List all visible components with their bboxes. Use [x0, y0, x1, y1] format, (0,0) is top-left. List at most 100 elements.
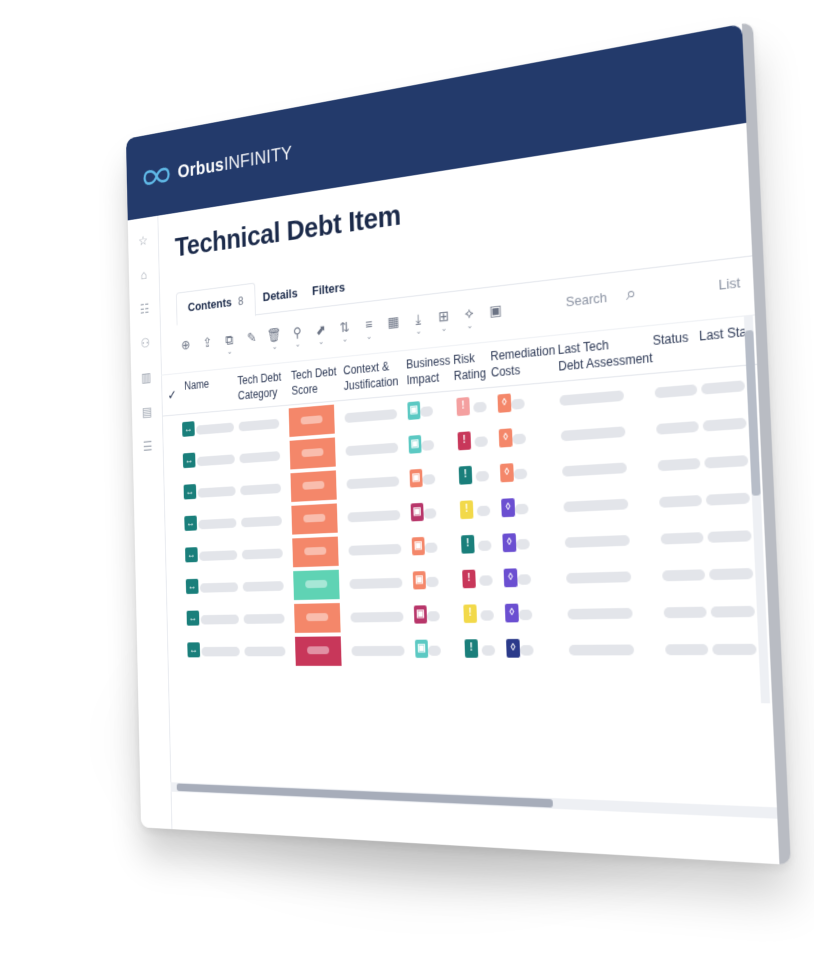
score-placeholder-bar	[304, 546, 327, 556]
page-title: Technical Debt Item	[174, 198, 402, 263]
table-row[interactable]: ↔ ▣! ◊	[167, 631, 771, 667]
item-type-icon: ↔	[182, 452, 196, 469]
placeholder-bar	[426, 611, 440, 622]
tab-details[interactable]: Details	[262, 277, 298, 313]
column-header[interactable]: Status	[652, 329, 688, 350]
remediation-cost-icon: ◊	[503, 568, 518, 588]
placeholder-bar	[238, 418, 280, 432]
placeholder-bar	[240, 483, 282, 496]
server-icon[interactable]: ☷	[138, 300, 150, 318]
business-impact-icon: ▣	[414, 639, 429, 658]
home-icon[interactable]: ⌂	[138, 266, 150, 284]
placeholder-bar	[242, 581, 284, 592]
column-header[interactable]: Last Tech Debt Assessment	[557, 332, 653, 375]
export-icon[interactable]: ⇪	[199, 332, 217, 360]
horizontal-scroll-thumb[interactable]	[176, 783, 553, 808]
chevron-down-icon: ⌄	[318, 337, 325, 347]
users-icon[interactable]: ⚇	[139, 334, 151, 352]
edit-icon[interactable]: ✎	[243, 327, 261, 355]
remediation-cost-icon: ◊	[504, 603, 519, 623]
placeholder-bar	[662, 569, 706, 582]
group-icon[interactable]: ≡ ⌄	[359, 314, 379, 343]
item-type-icon: ↔	[185, 547, 198, 563]
remediation-cost-icon: ◊	[497, 393, 512, 413]
placeholder-bar	[196, 454, 235, 467]
placeholder-bar	[480, 610, 494, 621]
tech-debt-score-cell	[290, 470, 337, 503]
placeholder-bar	[564, 534, 630, 548]
column-header[interactable]: Context & Justification	[343, 358, 399, 394]
tab-filters[interactable]: Filters	[312, 271, 346, 308]
placeholder-bar	[702, 417, 747, 432]
hierarchy-icon[interactable]: ⚲ ⌄	[288, 322, 307, 351]
library-icon[interactable]: ▥	[140, 368, 152, 385]
horizontal-scrollbar[interactable]	[170, 782, 778, 819]
risk-rating-icon: !	[460, 534, 475, 554]
columns-icon[interactable]: ▦	[383, 311, 403, 341]
remediation-cost-icon: ◊	[499, 463, 514, 483]
placeholder-bar	[656, 421, 699, 435]
star-icon[interactable]: ☆	[137, 232, 149, 250]
placeholder-bar	[477, 540, 492, 552]
open-icon[interactable]: ⧉ ⌄	[220, 330, 238, 358]
risk-rating-icon: !	[456, 396, 470, 417]
chevron-down-icon: ⌄	[415, 326, 422, 336]
score-placeholder-bar	[300, 415, 323, 425]
remediation-cost-icon: ◊	[501, 498, 516, 518]
item-type-icon: ↔	[183, 483, 197, 500]
placeholder-bar	[243, 613, 285, 624]
app-window: OrbusINFINITY ☆ ⌂ ☷ ⚇ ▥ ▤ ☰ Technical Debt Ite…	[125, 21, 791, 865]
business-impact-icon: ▣	[410, 502, 424, 522]
data-grid: ✓ Name Tech Debt Category Tech Debt Score C…	[161, 314, 772, 703]
placeholder-bar	[474, 436, 488, 448]
chevron-down-icon: ⌄	[341, 334, 348, 344]
download-icon[interactable]: ⤓ ⌄	[408, 308, 429, 338]
relation-icon[interactable]: ⟡ ⌄	[459, 302, 480, 332]
business-impact-icon: ▣	[412, 571, 426, 590]
delete-icon[interactable]: 🗑 ⌄	[265, 324, 284, 352]
navigate-icon[interactable]: ⬈ ⌄	[311, 319, 330, 348]
add-icon[interactable]: ⊕	[177, 335, 195, 362]
document-icon[interactable]: ▤	[141, 403, 153, 420]
search-icon[interactable]: ⌕	[626, 282, 637, 305]
column-header[interactable]: Tech Debt Category	[237, 369, 282, 403]
tech-debt-score-cell	[289, 437, 336, 470]
column-header[interactable]: Name	[184, 376, 209, 393]
placeholder-bar	[244, 646, 286, 657]
placeholder-bar	[241, 515, 282, 528]
placeholder-bar	[568, 644, 635, 656]
column-header[interactable]: Remediation Costs	[490, 342, 556, 381]
risk-rating-icon: !	[462, 569, 476, 589]
tech-debt-score-cell	[294, 603, 341, 633]
list-view-label[interactable]: List	[718, 274, 741, 293]
tab-contents[interactable]: Contents 8	[175, 282, 256, 326]
placeholder-bar	[197, 486, 236, 498]
select-all-checkbox-icon[interactable]: ✓	[167, 387, 176, 403]
item-type-icon: ↔	[182, 421, 195, 437]
placeholder-bar	[567, 607, 633, 620]
placeholder-bar	[479, 575, 493, 586]
column-header[interactable]: Tech Debt Score	[291, 364, 337, 399]
placeholder-bar	[348, 543, 402, 556]
risk-rating-icon: !	[459, 500, 474, 520]
placeholder-bar	[512, 433, 527, 445]
compare-icon[interactable]: ⊞ ⌄	[433, 305, 454, 335]
placeholder-bar	[420, 406, 434, 418]
tech-debt-score-cell	[288, 404, 335, 438]
search-label[interactable]: Search	[565, 289, 607, 309]
checklist-icon[interactable]: ☰	[141, 437, 153, 454]
image-icon[interactable]: ▣	[485, 299, 507, 330]
column-header[interactable]: Last Sta	[699, 323, 747, 345]
placeholder-bar	[704, 455, 749, 469]
score-placeholder-bar	[305, 579, 328, 589]
tech-debt-score-cell	[293, 569, 340, 601]
placeholder-bar	[518, 609, 533, 621]
placeholder-bar	[473, 401, 487, 413]
placeholder-bar	[201, 646, 240, 657]
sort-icon[interactable]: ⇅ ⌄	[335, 316, 355, 345]
column-header[interactable]: Risk Rating	[453, 349, 486, 384]
column-header[interactable]: Business Impact	[406, 352, 451, 388]
placeholder-bar	[347, 510, 401, 523]
placeholder-bar	[712, 643, 757, 656]
placeholder-bar	[660, 532, 704, 545]
